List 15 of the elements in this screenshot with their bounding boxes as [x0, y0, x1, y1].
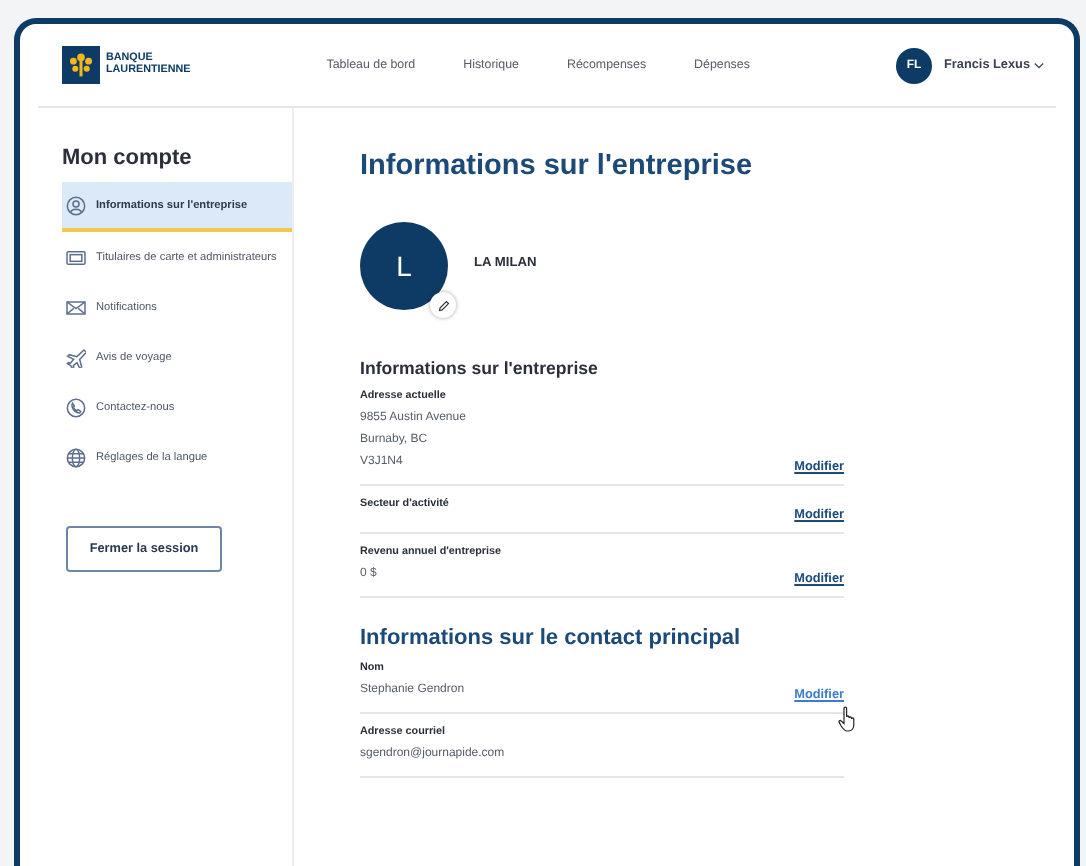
- edit-button[interactable]: [430, 292, 456, 318]
- globe-icon: [66, 447, 86, 467]
- phone-icon: [66, 397, 86, 417]
- company-avatar: L: [360, 222, 448, 310]
- section-title: Informations sur l'entreprise: [360, 358, 600, 378]
- page-title: Informations sur l'entreprise: [360, 150, 755, 182]
- envelope-icon: [66, 297, 86, 317]
- hand-cursor-icon: [838, 706, 858, 732]
- chevron-icon: [1034, 61, 1044, 69]
- sidebar-title: Mon compte: [62, 146, 194, 170]
- user-icon: [66, 195, 86, 215]
- card-icon: [66, 247, 86, 267]
- section-title: Informations sur le contact principal: [360, 626, 743, 650]
- pencil-icon: [437, 299, 449, 311]
- airplane-icon: [66, 347, 86, 367]
